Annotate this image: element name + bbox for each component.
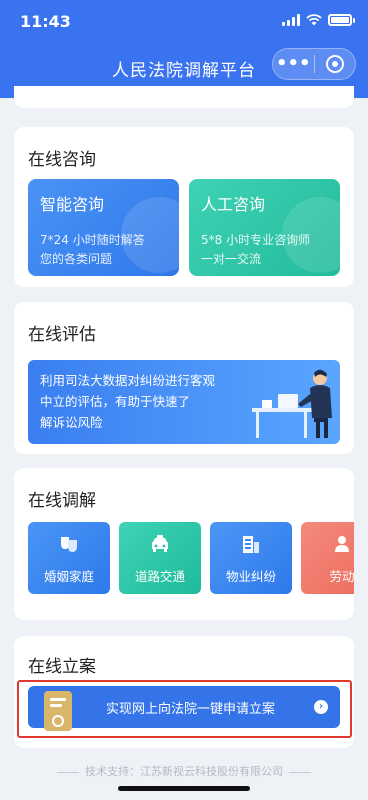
mediation-item-label: 物业纠纷 — [225, 569, 276, 584]
smart-consult-desc-line1: 7*24 小时随时解答 — [40, 233, 145, 247]
assess-desc-line2: 中立的评估，有助于快速了 — [40, 394, 191, 409]
mini-program-capsule: ••• — [272, 48, 356, 80]
assess-card: 在线评估 利用司法大数据对纠纷进行客观 中立的评估，有助于快速了 解诉讼风险 — [14, 302, 354, 454]
masks-icon — [61, 537, 77, 552]
mediation-item-labor[interactable]: 劳动 — [301, 522, 354, 594]
previous-card — [14, 86, 354, 108]
assess-desc: 利用司法大数据对纠纷进行客观 中立的评估，有助于快速了 解诉讼风险 — [40, 370, 250, 433]
consult-title: 在线咨询 — [28, 150, 96, 170]
worker-icon — [335, 536, 349, 552]
more-button[interactable]: ••• — [273, 49, 314, 79]
person-at-desk-illustration — [252, 369, 332, 438]
wifi-icon — [306, 14, 322, 26]
smart-consult-tile[interactable]: 智能咨询 7*24 小时随时解答 您的各类问题 — [28, 179, 179, 276]
close-circle-icon — [325, 55, 344, 73]
smart-consult-desc: 7*24 小时随时解答 您的各类问题 — [40, 231, 145, 269]
manual-consult-desc: 5*8 小时专业咨询师 一对一交流 — [201, 231, 310, 269]
mediation-title: 在线调解 — [28, 491, 96, 511]
top-bar: 11:43 人民法院调解平台 ••• — [0, 0, 368, 98]
assess-banner[interactable]: 利用司法大数据对纠纷进行客观 中立的评估，有助于快速了 解诉讼风险 — [28, 360, 340, 444]
signal-icon — [282, 14, 300, 26]
consult-card: 在线咨询 智能咨询 7*24 小时随时解答 您的各类问题 人工咨询 5*8 小时… — [14, 127, 354, 287]
mediation-item-marriage[interactable]: 婚姻家庭 — [28, 522, 110, 594]
mediation-item-label: 婚姻家庭 — [43, 569, 94, 584]
assess-title: 在线评估 — [28, 325, 96, 345]
footer-credit: 技术支持：江苏新视云科技股份有限公司 — [0, 763, 368, 779]
assess-desc-line1: 利用司法大数据对纠纷进行客观 — [40, 373, 216, 388]
manual-consult-desc-line1: 5*8 小时专业咨询师 — [201, 233, 311, 247]
building-icon — [243, 536, 259, 553]
status-icons — [282, 14, 355, 26]
close-button[interactable] — [315, 55, 356, 73]
assess-desc-line3: 解诉讼风险 — [40, 415, 103, 430]
smart-consult-desc-line2: 您的各类问题 — [40, 252, 113, 266]
mediation-card: 在线调解 婚姻家庭 道路交通 物业纠纷 劳动 — [14, 468, 354, 620]
manual-consult-desc-line2: 一对一交流 — [201, 252, 262, 266]
mediation-item-traffic[interactable]: 道路交通 — [119, 522, 201, 594]
mediation-item-label: 劳动 — [329, 569, 354, 584]
home-indicator — [118, 786, 250, 791]
manual-consult-title: 人工咨询 — [201, 195, 266, 214]
manual-consult-tile[interactable]: 人工咨询 5*8 小时专业咨询师 一对一交流 — [189, 179, 340, 276]
mediation-item-property[interactable]: 物业纠纷 — [210, 522, 292, 594]
red-highlight-box — [17, 680, 352, 738]
filing-title: 在线立案 — [28, 657, 96, 677]
car-icon — [152, 535, 168, 552]
status-time: 11:43 — [20, 12, 71, 31]
battery-icon — [328, 14, 355, 26]
mediation-item-label: 道路交通 — [134, 569, 185, 584]
smart-consult-title: 智能咨询 — [40, 195, 105, 214]
